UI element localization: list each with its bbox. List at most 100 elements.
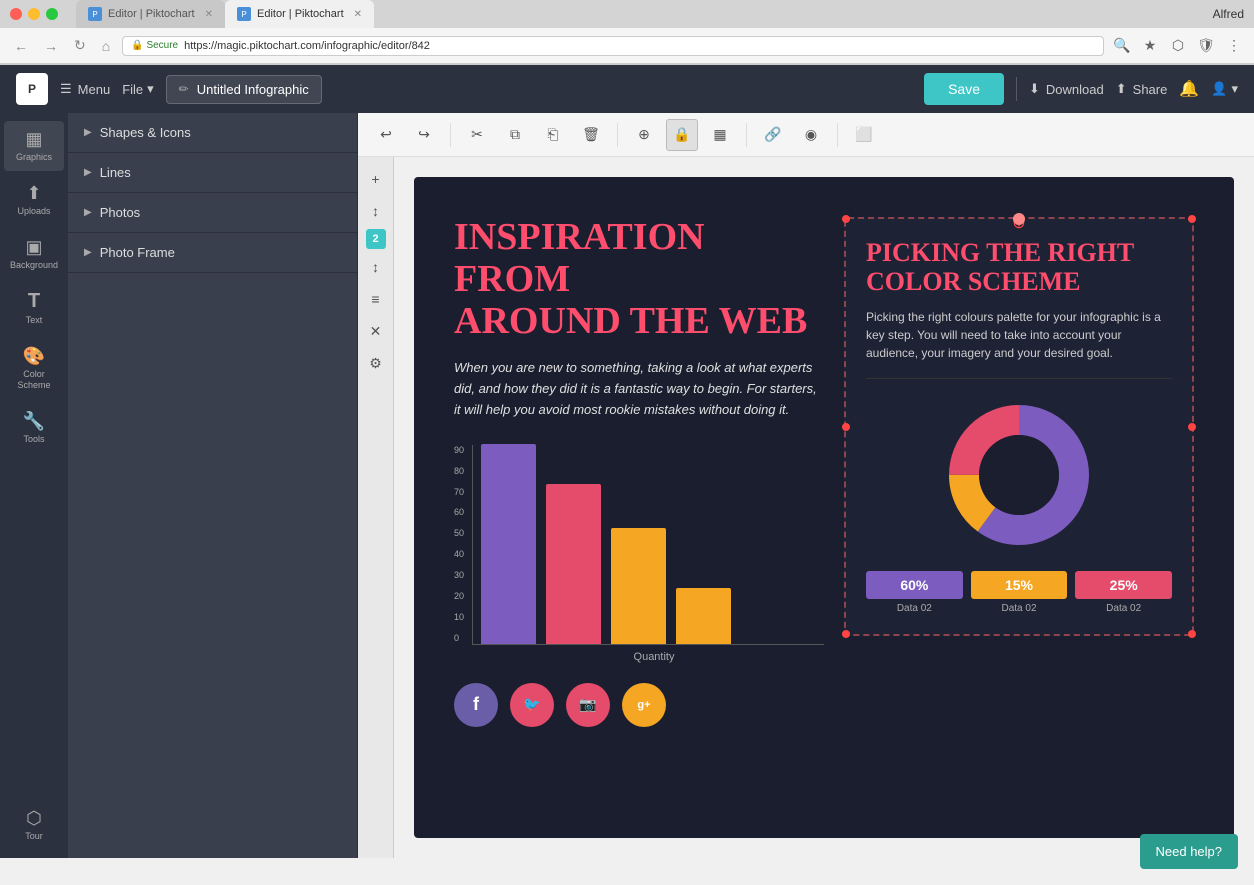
lines-header[interactable]: ▶ Lines xyxy=(68,153,357,192)
copy-button[interactable]: ⧉ xyxy=(499,119,531,151)
cut-button[interactable]: ✂ xyxy=(461,119,493,151)
share-button[interactable]: ⬆ Share xyxy=(1116,81,1168,97)
back-button[interactable]: ← xyxy=(10,36,32,56)
redo-button[interactable]: ↪ xyxy=(408,119,440,151)
editor-toolbar: ↩ ↪ ✂ ⧉ ⎗ 🗑 ⊕ 🔒 ▦ 🔗 ◉ ⬜ xyxy=(358,113,1254,157)
sidebar-item-color-scheme[interactable]: 🎨 Color Scheme xyxy=(4,338,64,399)
forward-button[interactable]: → xyxy=(40,36,62,56)
twitter-icon[interactable]: 🐦 xyxy=(510,683,554,727)
link-button[interactable]: 🔗 xyxy=(757,119,789,151)
tab-close-1[interactable]: ✕ xyxy=(205,9,213,20)
shield-icon[interactable]: 🛡 xyxy=(1196,36,1216,56)
inspiration-title: INSPIRATION FROMAROUND THE WEB xyxy=(454,217,824,342)
tour-icon: ⬡ xyxy=(26,808,42,829)
inspiration-body: When you are new to something, taking a … xyxy=(454,358,824,420)
minimize-window-button[interactable] xyxy=(28,8,40,20)
panel-collapse-handle[interactable]: ◀ xyxy=(357,466,358,506)
sidebar-item-background[interactable]: ▣ Background xyxy=(4,229,64,279)
browser-tab-1[interactable]: P Editor | Piktochart ✕ xyxy=(76,0,225,28)
handle-bottom-left[interactable] xyxy=(842,630,850,638)
sidebar-item-uploads[interactable]: ⬆ Uploads xyxy=(4,175,64,225)
properties-button[interactable]: ⬜ xyxy=(848,119,880,151)
settings-button[interactable]: ◉ xyxy=(795,119,827,151)
close-window-button[interactable] xyxy=(10,8,22,20)
page-settings-button[interactable]: ≡ xyxy=(362,285,390,313)
photo-frame-header[interactable]: ▶ Photo Frame xyxy=(68,233,357,272)
facebook-icon[interactable]: f xyxy=(454,683,498,727)
new-tab-button[interactable] xyxy=(374,8,434,28)
y-label-0: 0 xyxy=(454,633,464,643)
sidebar-label-graphics: Graphics xyxy=(16,152,52,163)
browser-chrome: P Editor | Piktochart ✕ P Editor | Pikto… xyxy=(0,0,1254,65)
handle-top-left[interactable] xyxy=(842,215,850,223)
maximize-window-button[interactable] xyxy=(46,8,58,20)
canvas-area: INSPIRATION FROMAROUND THE WEB When you … xyxy=(394,157,1254,858)
tab-close-2[interactable]: ✕ xyxy=(354,9,362,20)
stat-label-3: Data 02 xyxy=(1075,603,1172,614)
zoom-out-button[interactable]: ↕ xyxy=(362,197,390,225)
photos-header[interactable]: ▶ Photos xyxy=(68,193,357,232)
page-number: 2 xyxy=(366,229,386,249)
extensions-icon[interactable]: ⬡ xyxy=(1168,36,1188,56)
grid-button[interactable]: ▦ xyxy=(704,119,736,151)
instagram-icon[interactable]: 📷 xyxy=(566,683,610,727)
sidebar-item-tour[interactable]: ⬡ Tour xyxy=(4,800,64,850)
handle-middle-right[interactable] xyxy=(1188,423,1196,431)
photos-label: Photos xyxy=(100,205,140,220)
bar-3 xyxy=(611,528,666,644)
chevron-right-icon-4: ▶ xyxy=(84,247,92,258)
sidebar-item-tools[interactable]: 🔧 Tools xyxy=(4,403,64,453)
handle-top-center[interactable] xyxy=(1013,213,1025,225)
sidebar-label-tour: Tour xyxy=(25,831,43,842)
notifications-icon[interactable]: 🔔 xyxy=(1179,79,1199,99)
bar-1 xyxy=(481,444,536,644)
main-content: ▦ Graphics ⬆ Uploads ▣ Background T Text… xyxy=(0,113,1254,858)
user-menu-button[interactable]: 👤 ▾ xyxy=(1211,81,1238,97)
page-down-button[interactable]: ↕ xyxy=(362,253,390,281)
undo-button[interactable]: ↩ xyxy=(370,119,402,151)
sidebar-item-graphics[interactable]: ▦ Graphics xyxy=(4,121,64,171)
user-icon: 👤 xyxy=(1211,81,1227,97)
browser-tab-2[interactable]: P Editor | Piktochart ✕ xyxy=(225,0,374,28)
document-title[interactable]: ✏ Untitled Infographic xyxy=(166,75,322,104)
search-icon[interactable]: 🔍 xyxy=(1112,36,1132,56)
shapes-icons-header[interactable]: ▶ Shapes & Icons xyxy=(68,113,357,152)
delete-button[interactable]: 🗑 xyxy=(575,119,607,151)
handle-top-right[interactable] xyxy=(1188,215,1196,223)
traffic-lights xyxy=(10,8,58,20)
download-button[interactable]: ⬇ Download xyxy=(1029,81,1104,97)
paste-button[interactable]: ⎗ xyxy=(537,119,569,151)
right-section: ⊕ PICKING THE RIGHTCOLOR SCHEME xyxy=(844,217,1194,636)
add-button[interactable]: ⊕ xyxy=(628,119,660,151)
bookmark-icon[interactable]: ★ xyxy=(1140,36,1160,56)
shapes-icons-section: ▶ Shapes & Icons xyxy=(68,113,357,153)
page-gear-button[interactable]: ⚙ xyxy=(362,349,390,377)
googleplus-icon[interactable]: g+ xyxy=(622,683,666,727)
home-button[interactable]: ⌂ xyxy=(98,36,114,56)
y-label-40: 40 xyxy=(454,549,464,559)
address-bar[interactable]: 🔒 Secure https://magic.piktochart.com/in… xyxy=(122,36,1104,56)
need-help-button[interactable]: Need help? xyxy=(1140,834,1239,869)
bar-4 xyxy=(676,588,731,644)
sidebar-item-text[interactable]: T Text xyxy=(4,282,64,334)
chevron-down-icon: ▾ xyxy=(147,81,154,97)
file-button[interactable]: File ▾ xyxy=(122,81,153,97)
photo-frame-label: Photo Frame xyxy=(100,245,175,260)
tab-favicon-2: P xyxy=(237,7,251,21)
toolbar-divider-2 xyxy=(617,123,618,147)
zoom-in-button[interactable]: + xyxy=(362,165,390,193)
color-scheme-body: Picking the right colours palette for yo… xyxy=(866,308,1172,379)
handle-middle-left[interactable] xyxy=(842,423,850,431)
reload-button[interactable]: ↻ xyxy=(70,35,90,56)
settings-icon[interactable]: ⋮ xyxy=(1224,36,1244,56)
save-button[interactable]: Save xyxy=(924,73,1004,105)
page-close-button[interactable]: ✕ xyxy=(362,317,390,345)
sidebar-label-uploads: Uploads xyxy=(17,206,50,217)
download-icon: ⬇ xyxy=(1029,81,1040,97)
lock-button[interactable]: 🔒 xyxy=(666,119,698,151)
stat-item-1: 60% Data 02 xyxy=(866,571,963,614)
handle-bottom-right[interactable] xyxy=(1188,630,1196,638)
stat-item-3: 25% Data 02 xyxy=(1075,571,1172,614)
menu-button[interactable]: ☰ Menu xyxy=(60,81,110,97)
social-icons: f 🐦 📷 g+ xyxy=(454,683,824,727)
